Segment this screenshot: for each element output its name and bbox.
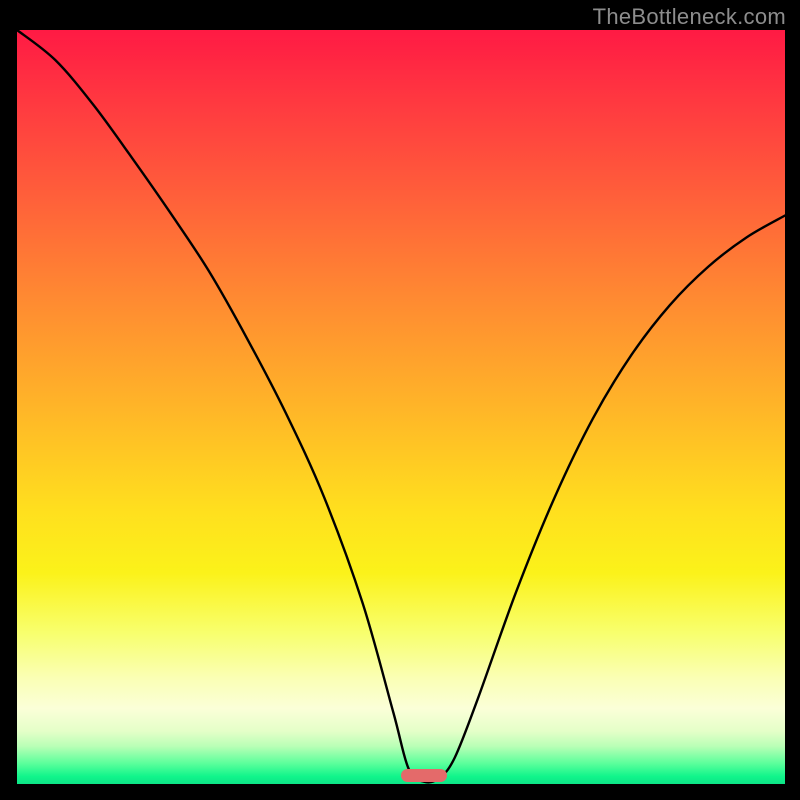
bottleneck-curve (17, 30, 785, 784)
chart-frame: TheBottleneck.com (0, 0, 800, 800)
watermark-text: TheBottleneck.com (593, 4, 786, 30)
optimal-marker-pill (401, 769, 447, 782)
plot-area (17, 30, 785, 784)
